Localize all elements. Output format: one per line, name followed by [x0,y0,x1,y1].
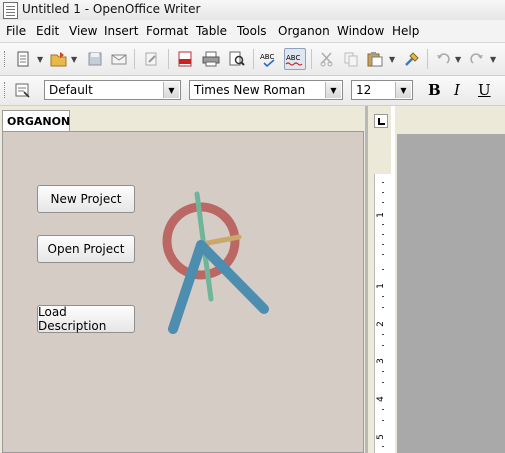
chevron-down-icon[interactable]: ▼ [325,82,341,98]
menu-format[interactable]: Format [146,24,188,38]
standard-toolbar: ▼ ▼ ABC ABC ▼ ▼ ▼ [0,43,505,76]
toolbar-grip[interactable] [4,51,7,67]
toolbar-separator [253,49,254,69]
font-size-value: 12 [356,83,372,97]
chevron-down-icon[interactable]: ▼ [395,82,411,98]
ruler-label: 5 [375,434,386,440]
title-bar: Untitled 1 - OpenOffice Writer [0,0,505,21]
font-name-select[interactable]: Times New Roman ▼ [189,80,343,100]
clone-formatting-icon[interactable] [400,48,422,70]
toolbar-separator [134,49,135,69]
menu-file[interactable]: File [6,24,26,38]
menu-organon[interactable]: Organon [278,24,330,38]
export-pdf-icon[interactable] [174,48,196,70]
ruler-tick [382,182,384,183]
ruler-tick [382,296,384,297]
open-folder-icon[interactable] [48,48,70,70]
page-margin-edge [391,106,395,453]
menu-edit[interactable]: Edit [36,24,59,38]
menu-window[interactable]: Window [337,24,384,38]
ruler-label: 1 [375,212,386,218]
ruler-tick [382,382,384,383]
document-app-icon [3,2,18,19]
new-document-icon[interactable] [12,48,34,70]
open-dropdown-icon[interactable]: ▼ [71,55,77,64]
ruler-tick [382,192,384,193]
edit-file-icon[interactable] [140,48,162,70]
ruler-tick [382,269,384,270]
tab-organon-label: ORGANON [7,115,71,128]
autospellcheck-icon[interactable]: ABC [284,48,306,70]
load-description-button[interactable]: Load Description [37,305,135,333]
underline-button[interactable]: U [478,81,491,99]
font-name-value: Times New Roman [194,83,306,97]
paragraph-style-select[interactable]: Default ▼ [44,80,181,100]
ruler-tick [382,345,384,346]
open-project-button[interactable]: Open Project [37,235,135,263]
ruler-tick [382,234,384,235]
new-project-button[interactable]: New Project [37,185,135,213]
ruler-tick [382,446,384,447]
ruler-tick [382,202,384,203]
organon-logo [162,191,269,334]
ruler-label: 3 [375,358,386,364]
ruler-label: 2 [375,321,386,327]
formatting-toolbar: Default ▼ Times New Roman ▼ 12 ▼ B I U [0,76,505,106]
ruler-tick [382,254,384,255]
email-icon[interactable] [108,48,130,70]
ruler-label: 1 [375,283,386,289]
tab-organon[interactable]: ORGANON [2,110,70,132]
copy-icon[interactable] [340,48,362,70]
ruler-tick [382,244,384,245]
undo-icon[interactable] [432,48,454,70]
window-title: Untitled 1 - OpenOffice Writer [22,2,201,16]
undo-dropdown-icon[interactable]: ▼ [455,55,461,64]
font-size-select[interactable]: 12 ▼ [351,80,413,100]
toolbar-separator [168,49,169,69]
ruler-tick [382,224,384,225]
redo-dropdown-icon[interactable]: ▼ [490,55,496,64]
italic-button[interactable]: I [454,81,460,99]
menu-bar: File Edit View Insert Format Table Tools… [0,20,505,43]
ruler-tick [382,307,384,308]
styles-formatting-icon[interactable] [12,79,34,101]
paste-dropdown-icon[interactable]: ▼ [389,55,395,64]
toolbar-separator [427,49,428,69]
toolbar-separator [311,49,312,69]
paste-icon[interactable] [364,48,386,70]
chevron-down-icon[interactable]: ▼ [163,82,179,98]
menu-insert[interactable]: Insert [104,24,138,38]
menu-view[interactable]: View [69,24,97,38]
tab-stop-selector-icon[interactable] [374,114,388,128]
menu-table[interactable]: Table [196,24,227,38]
menu-tools[interactable]: Tools [237,24,267,38]
ruler-label: 4 [375,396,386,402]
ruler-tick [382,420,384,421]
document-area: 1 1 2 3 4 5 [369,106,505,453]
print-icon[interactable] [200,48,222,70]
organon-panel: ORGANON New Project Open Project Load De… [0,106,368,453]
paragraph-style-value: Default [49,83,93,97]
redo-icon[interactable] [466,48,488,70]
save-icon[interactable] [84,48,106,70]
toolbar-grip[interactable] [4,82,7,98]
organon-panel-body: New Project Open Project Load Descriptio… [2,131,364,453]
ruler-tick [382,334,384,335]
menu-help[interactable]: Help [392,24,419,38]
document-page-background[interactable] [397,134,505,453]
cut-icon[interactable] [316,48,338,70]
new-dropdown-icon[interactable]: ▼ [37,55,43,64]
vertical-ruler: 1 1 2 3 4 5 [374,174,391,453]
panel-splitter[interactable] [365,106,368,453]
bold-button[interactable]: B [428,81,441,99]
spellcheck-icon[interactable]: ABC [258,48,280,70]
ruler-tick [382,409,384,410]
page-preview-icon[interactable] [226,48,248,70]
ruler-tick [382,371,384,372]
svg-text:ABC: ABC [286,54,300,62]
svg-text:ABC: ABC [260,53,274,61]
